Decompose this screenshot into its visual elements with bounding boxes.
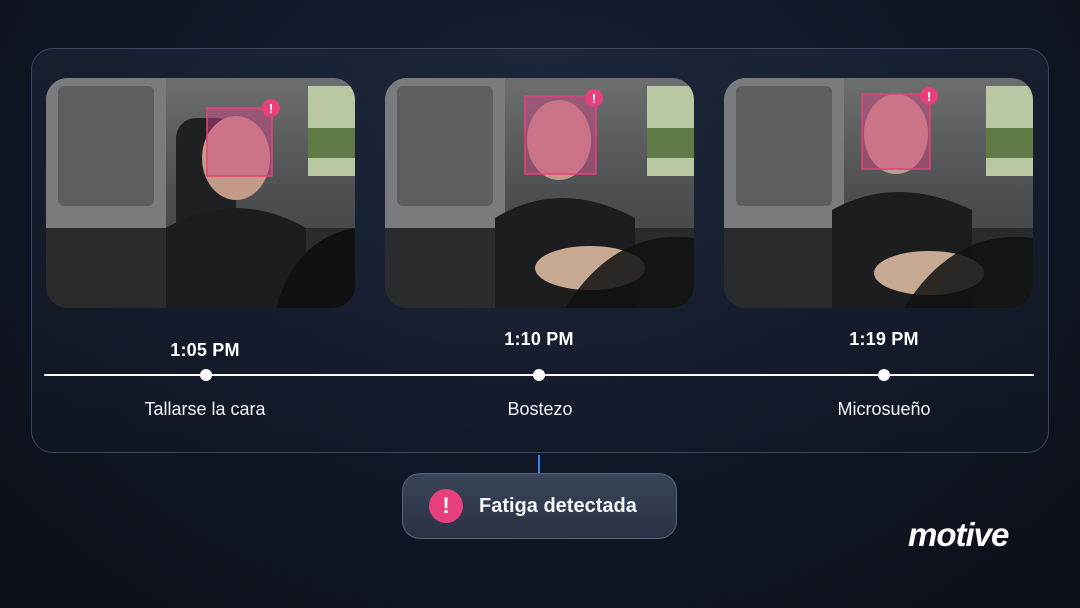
cabin-image: !: [724, 78, 1033, 308]
timeline-marker-3[interactable]: [878, 369, 890, 381]
timeline-marker-2[interactable]: [533, 369, 545, 381]
camera-frame-face-rubbing[interactable]: !: [46, 78, 355, 308]
event-time-2: 1:10 PM: [504, 329, 574, 349]
alert-text: Fatiga detectada: [479, 494, 637, 517]
event-label-1: Tallarse la cara: [144, 399, 266, 419]
event-label-3: Microsueño: [837, 399, 931, 419]
svg-text:!: !: [927, 89, 931, 104]
camera-frame-microsleep[interactable]: !: [724, 78, 1033, 308]
event-label-2: Bostezo: [507, 399, 573, 419]
timeline-marker-1[interactable]: [200, 369, 212, 381]
camera-frame-yawn[interactable]: !: [385, 78, 694, 308]
cabin-image: !: [46, 78, 355, 308]
alert-connector: [538, 455, 540, 473]
motive-logo: motive: [908, 516, 1009, 553]
alert-icon: !: [429, 489, 463, 523]
svg-text:!: !: [269, 101, 273, 116]
event-time-1: 1:05 PM: [170, 340, 240, 360]
svg-text:!: !: [592, 91, 596, 106]
fatigue-alert-badge[interactable]: ! Fatiga detectada: [402, 473, 677, 539]
cabin-image: !: [385, 78, 694, 308]
event-time-3: 1:19 PM: [849, 329, 919, 349]
